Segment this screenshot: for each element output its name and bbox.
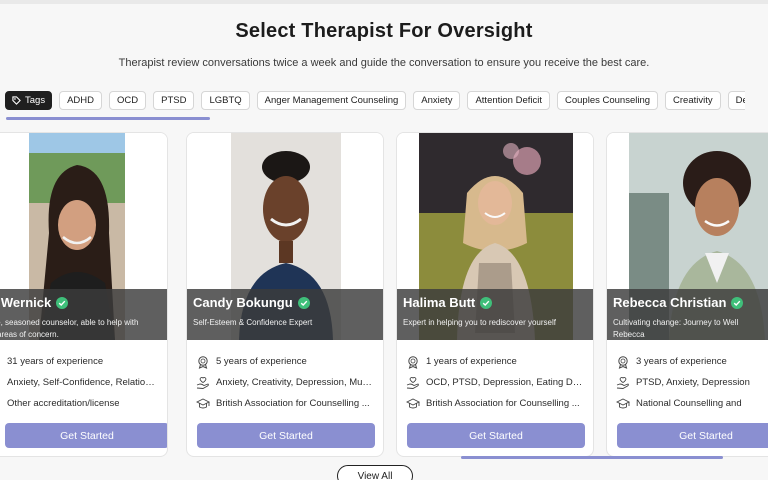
specialties-row: Anxiety, Self-Confidence, Relations... [7, 372, 158, 393]
top-divider [0, 0, 768, 4]
specialties-text: Anxiety, Creativity, Depression, Multi..… [216, 377, 374, 388]
therapist-name: ra Wernick [0, 295, 52, 310]
therapist-tagline-continued: areas of concern. [0, 330, 59, 339]
award-icon [618, 355, 628, 369]
verified-badge-icon [480, 296, 493, 309]
verified-badge-icon [731, 296, 744, 309]
therapist-card[interactable]: Candy Bokungu Self-Esteem & Confidence E… [186, 132, 384, 457]
tag-filter-bar: Tags ADHD OCD PTSD LGBTQ Anger Managemen… [5, 91, 745, 111]
tag-chip-couples-counseling[interactable]: Couples Counseling [557, 91, 659, 110]
accreditation-text: Other accreditation/license [7, 398, 120, 409]
accreditation-row: British Association for Counselling ... [406, 393, 584, 414]
get-started-button[interactable]: Get Started [617, 423, 768, 448]
tags-scrollbar[interactable] [6, 117, 210, 120]
therapist-name-band: ra Wernick nate, seasoned counselor, abl… [0, 289, 167, 340]
experience-text: 1 years of experience [426, 356, 517, 367]
experience-text: 31 years of experience [7, 356, 104, 367]
specialties-row: Anxiety, Creativity, Depression, Multi..… [196, 372, 374, 393]
accreditation-row: National Counselling and [616, 393, 768, 414]
graduation-cap-icon [196, 397, 210, 408]
accreditation-row: Other accreditation/license [7, 393, 158, 414]
therapist-tagline: Self-Esteem & Confidence Expert [193, 318, 313, 327]
therapist-tagline-continued: Rebecca [613, 330, 645, 339]
tags-filter-button[interactable]: Tags [5, 91, 53, 110]
specialties-row: OCD, PTSD, Depression, Eating Disor... [406, 372, 584, 393]
therapist-name: Halima Butt [403, 295, 476, 310]
page-title: Select Therapist For Oversight [235, 20, 533, 42]
tag-chip-ptsd[interactable]: PTSD [153, 91, 195, 110]
experience-row: 31 years of experience [7, 351, 158, 372]
accreditation-row: British Association for Counselling ... [196, 393, 374, 414]
therapist-name: Rebecca Christian [613, 295, 727, 310]
therapist-card[interactable]: Halima Butt Expert in helping you to red… [396, 132, 594, 457]
tag-chip-creativity[interactable]: Creativity [665, 91, 721, 110]
award-icon [408, 355, 418, 369]
specialties-row: PTSD, Anxiety, Depression [616, 372, 768, 393]
tag-chip-adhd[interactable]: ADHD [59, 91, 102, 110]
therapist-name-band: Rebecca Christian Cultivating change: Jo… [607, 289, 768, 340]
therapist-carousel: ra Wernick nate, seasoned counselor, abl… [0, 132, 768, 458]
graduation-cap-icon [616, 397, 630, 408]
specialties-text: OCD, PTSD, Depression, Eating Disor... [426, 377, 584, 388]
tag-chip-anger-management[interactable]: Anger Management Counseling [256, 91, 407, 110]
experience-row: 3 years of experience [616, 351, 768, 372]
specialties-text: PTSD, Anxiety, Depression [636, 377, 750, 388]
helping-hand-icon [616, 376, 629, 389]
helping-hand-icon [406, 376, 419, 389]
verified-badge-icon [297, 296, 310, 309]
get-started-button[interactable]: Get Started [197, 423, 375, 448]
therapist-name-band: Candy Bokungu Self-Esteem & Confidence E… [187, 289, 383, 340]
accreditation-text: British Association for Counselling ... [216, 398, 370, 409]
therapist-card[interactable]: Rebecca Christian Cultivating change: Jo… [606, 132, 768, 457]
tags-label: Tags [25, 95, 46, 106]
award-icon [198, 355, 208, 369]
therapist-tagline: Cultivating change: Journey to Well [613, 318, 739, 327]
carousel-scrollbar[interactable] [461, 456, 723, 459]
get-started-button[interactable]: Get Started [5, 423, 167, 448]
tag-chip-attention-deficit[interactable]: Attention Deficit [467, 91, 550, 110]
accreditation-text: British Association for Counselling ... [426, 398, 580, 409]
therapist-name: Candy Bokungu [193, 295, 293, 310]
helping-hand-icon [196, 376, 209, 389]
experience-text: 3 years of experience [636, 356, 727, 367]
verified-badge-icon [56, 296, 69, 309]
experience-row: 1 years of experience [406, 351, 584, 372]
therapist-tagline: Expert in helping you to rediscover your… [403, 318, 556, 327]
view-all-button[interactable]: View All [337, 465, 413, 480]
therapist-card[interactable]: ra Wernick nate, seasoned counselor, abl… [0, 132, 168, 457]
get-started-button[interactable]: Get Started [407, 423, 585, 448]
experience-text: 5 years of experience [216, 356, 307, 367]
tag-chip-lgbtq[interactable]: LGBTQ [201, 91, 250, 110]
therapist-tagline: nate, seasoned counselor, able to help w… [0, 318, 139, 327]
tag-chip-anxiety[interactable]: Anxiety [413, 91, 461, 110]
tag-chip-depression[interactable]: Depre [727, 91, 745, 110]
tag-icon [12, 96, 21, 105]
experience-row: 5 years of experience [196, 351, 374, 372]
therapist-name-band: Halima Butt Expert in helping you to red… [397, 289, 593, 340]
specialties-text: Anxiety, Self-Confidence, Relations... [7, 377, 158, 388]
accreditation-text: National Counselling and [636, 398, 742, 409]
graduation-cap-icon [406, 397, 420, 408]
tag-chip-ocd[interactable]: OCD [109, 91, 147, 110]
page-subtitle: Therapist review conversations twice a w… [118, 57, 650, 69]
